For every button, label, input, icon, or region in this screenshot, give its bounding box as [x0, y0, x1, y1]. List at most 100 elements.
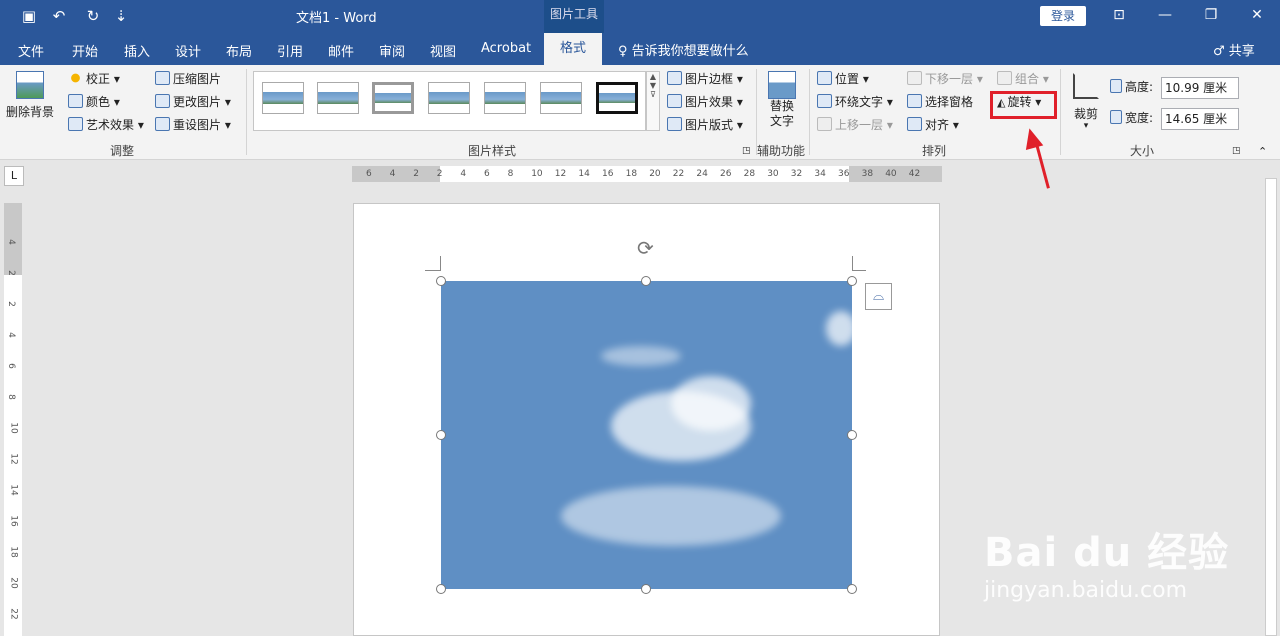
resize-handle[interactable]	[641, 584, 651, 594]
ribbon-display-icon[interactable]: ⊡	[1104, 4, 1134, 26]
resize-handle[interactable]	[847, 276, 857, 286]
crop-label: 裁剪	[1073, 107, 1098, 121]
tab-selector[interactable]: L	[4, 166, 24, 186]
ruler-tick: 22	[672, 169, 685, 179]
undo-icon[interactable]: ↶	[48, 6, 70, 26]
tab-design[interactable]: 设计	[175, 41, 201, 60]
tab-insert[interactable]: 插入	[124, 41, 150, 60]
alt-text-button[interactable]: 替换 文字	[764, 71, 800, 129]
vertical-ruler[interactable]: 4 2 2 4 6 8 10 12 14 16 18 20 22	[4, 203, 22, 636]
group-label: 组合	[1015, 72, 1040, 86]
bring-forward-button[interactable]: 上移一层 ▾	[817, 115, 893, 135]
cloud-shape	[826, 311, 856, 346]
cloud-shape	[561, 486, 781, 546]
crop-mark	[852, 256, 853, 270]
separator	[1060, 69, 1061, 155]
picture-layout-button[interactable]: 图片版式 ▾	[667, 115, 743, 135]
ruler-tick: 6	[484, 169, 490, 179]
tab-acrobat[interactable]: Acrobat	[481, 41, 531, 56]
ruler-tick: 26	[720, 169, 732, 179]
picture-border-button[interactable]: 图片边框 ▾	[667, 69, 743, 89]
tab-mailings[interactable]: 邮件	[328, 41, 354, 60]
remove-background-button[interactable]: 删除背景	[4, 71, 56, 127]
ribbon-tabs: 文件 开始 插入 设计 布局 引用 邮件 审阅 视图 Acrobat 格式 ♀ …	[0, 33, 1280, 65]
align-button[interactable]: 对齐 ▾	[907, 115, 959, 135]
picture-style-4[interactable]	[428, 82, 470, 114]
group-button[interactable]: 组合 ▾	[997, 69, 1049, 89]
crop-mark	[440, 256, 441, 270]
resize-handle[interactable]	[847, 584, 857, 594]
correct-button[interactable]: 校正 ▾	[68, 69, 120, 89]
resize-handle[interactable]	[436, 276, 446, 286]
ruler-tick: 12	[8, 453, 19, 465]
save-icon[interactable]: ▣	[18, 6, 40, 26]
selection-pane-button[interactable]: 选择窗格	[907, 92, 973, 112]
tab-references[interactable]: 引用	[277, 41, 303, 60]
reset-picture-button[interactable]: 重设图片 ▾	[155, 115, 231, 135]
layout-options-icon[interactable]: ⌓	[865, 283, 892, 310]
picture-effects-label: 图片效果	[685, 95, 734, 109]
picture-style-7[interactable]	[596, 82, 638, 114]
ruler-tick: 4	[5, 239, 16, 245]
vertical-scrollbar[interactable]	[1262, 166, 1280, 636]
tab-file[interactable]: 文件	[18, 41, 44, 60]
horizontal-ruler[interactable]: 6 4 2 2 4 6 8 10 12 14 16 18 20 22 24 26 28 30 32 34 36 38 40 4…	[352, 166, 942, 182]
restore-icon[interactable]: ❐	[1196, 4, 1226, 26]
ruler-tick: 12	[554, 169, 567, 179]
picture-effects-icon	[667, 94, 682, 108]
resize-handle[interactable]	[436, 584, 446, 594]
minimize-icon[interactable]: —	[1150, 4, 1180, 26]
send-backward-button[interactable]: 下移一层 ▾	[907, 69, 983, 89]
artistic-effects-button[interactable]: 艺术效果 ▾	[68, 115, 144, 135]
ruler-tick: 30	[767, 169, 779, 179]
share-label: 共享	[1228, 44, 1255, 59]
ruler-tick: 18	[625, 169, 638, 179]
position-button[interactable]: 位置 ▾	[817, 69, 869, 89]
close-icon[interactable]: ✕	[1242, 4, 1272, 26]
collapse-ribbon-icon[interactable]: ⌃	[1258, 142, 1267, 162]
size-dialog-launcher[interactable]: ◳	[1232, 141, 1241, 161]
login-button[interactable]: 登录	[1040, 6, 1086, 26]
picture-style-6[interactable]	[540, 82, 582, 114]
resize-handle[interactable]	[641, 276, 651, 286]
color-label: 颜色	[86, 95, 111, 109]
resize-handle[interactable]	[847, 430, 857, 440]
picture-style-1[interactable]	[262, 82, 304, 114]
wrap-text-button[interactable]: 环绕文字 ▾	[817, 92, 893, 112]
picture-style-2[interactable]	[317, 82, 359, 114]
resize-handle[interactable]	[436, 430, 446, 440]
ruler-tick: 6	[366, 169, 372, 179]
wrap-text-icon	[817, 94, 832, 108]
reset-picture-icon	[155, 117, 170, 131]
ribbon: 删除背景 校正 ▾ 颜色 ▾ 艺术效果 ▾ 压缩图片 更改图片 ▾ 重设图片 ▾…	[0, 65, 1280, 160]
tell-me-search[interactable]: ♀ 告诉我你想要做什么	[618, 40, 749, 59]
styles-dialog-launcher[interactable]: ◳	[742, 141, 751, 161]
rotate-handle-icon[interactable]: ⟳	[637, 236, 654, 260]
picture-style-5[interactable]	[484, 82, 526, 114]
compress-button[interactable]: 压缩图片	[155, 69, 221, 89]
gallery-scroll[interactable]: ▲ ▼ ⊽	[646, 71, 660, 131]
sky-picture[interactable]	[441, 281, 856, 589]
change-picture-button[interactable]: 更改图片 ▾	[155, 92, 231, 112]
position-icon	[817, 71, 832, 85]
crop-button[interactable]: 裁剪 ▾	[1068, 73, 1104, 131]
adjust-group-label: 调整	[110, 144, 135, 158]
share-button[interactable]: ♂ 共享	[1213, 40, 1255, 59]
picture-effects-button[interactable]: 图片效果 ▾	[667, 92, 743, 112]
scrollbar-thumb[interactable]	[1265, 178, 1277, 636]
tab-format[interactable]: 格式	[544, 33, 603, 65]
tab-view[interactable]: 视图	[430, 41, 456, 60]
compress-label: 压缩图片	[173, 72, 222, 86]
remove-background-icon	[16, 71, 44, 99]
tab-layout[interactable]: 布局	[226, 41, 252, 60]
tab-review[interactable]: 审阅	[379, 41, 405, 60]
color-button[interactable]: 颜色 ▾	[68, 92, 120, 112]
window-title: 文档1 - Word	[296, 11, 377, 26]
width-field[interactable]: 14.65 厘米	[1161, 108, 1239, 130]
customize-icon[interactable]: ⇣	[110, 6, 132, 26]
arrange-group-label: 排列	[922, 144, 947, 158]
height-field[interactable]: 10.99 厘米	[1161, 77, 1239, 99]
picture-style-3[interactable]	[372, 82, 414, 114]
tab-home[interactable]: 开始	[72, 41, 98, 60]
redo-icon[interactable]: ↻	[82, 6, 104, 26]
